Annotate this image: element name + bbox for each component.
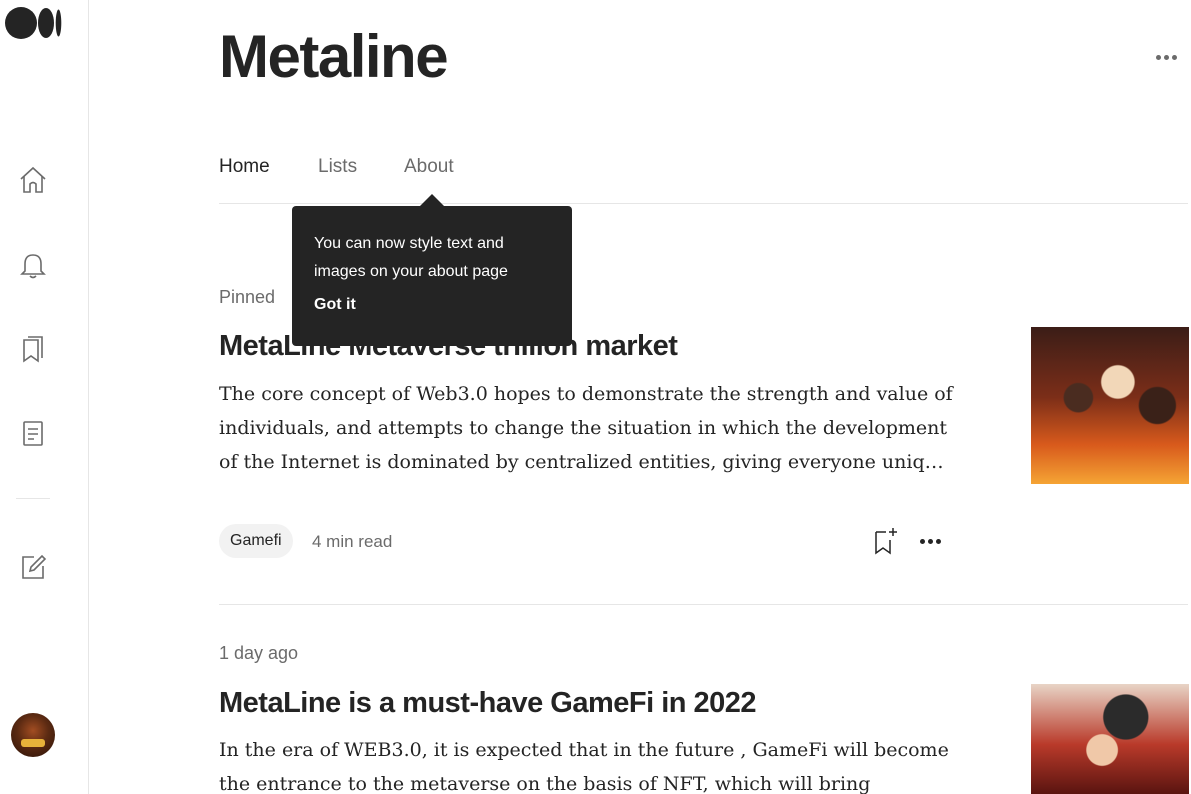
tab-lists[interactable]: Lists: [318, 156, 357, 178]
more-horizontal-icon: [919, 538, 925, 544]
article-title[interactable]: MetaLine is a must-have GameFi in 2022: [219, 687, 757, 720]
write-icon[interactable]: [17, 549, 49, 585]
home-icon[interactable]: [17, 162, 49, 198]
tab-about[interactable]: About: [404, 156, 454, 178]
article-thumbnail[interactable]: [1031, 327, 1189, 484]
tooltip-text: You can now style text and images on you…: [314, 235, 508, 280]
more-horizontal-icon: [1155, 54, 1161, 60]
tab-bar: Home Lists About: [219, 156, 1188, 204]
bookmark-add-icon[interactable]: [872, 526, 900, 556]
page-title: Metaline: [219, 23, 449, 90]
about-page-tooltip: You can now style text and images on you…: [292, 194, 572, 346]
rail-divider: [16, 498, 50, 499]
bookmarks-icon[interactable]: [17, 331, 49, 367]
article-more-button[interactable]: [914, 530, 946, 552]
avatar[interactable]: [11, 713, 55, 757]
article-subtitle[interactable]: In the era of WEB3.0, it is expected tha…: [219, 733, 959, 794]
tag-chip[interactable]: Gamefi: [219, 524, 293, 558]
article-date: 1 day ago: [219, 643, 299, 663]
article-thumbnail[interactable]: [1031, 684, 1189, 794]
got-it-button[interactable]: Got it: [314, 296, 356, 314]
article-divider: [219, 604, 1188, 605]
stories-icon[interactable]: [17, 415, 49, 451]
left-rail: [0, 0, 89, 794]
more-options-button[interactable]: [1150, 45, 1182, 69]
tab-home[interactable]: Home: [219, 156, 270, 178]
medium-logo-icon[interactable]: [4, 6, 64, 40]
read-time: 4 min read: [312, 532, 393, 551]
pinned-label: Pinned: [219, 287, 276, 307]
bell-icon[interactable]: [17, 247, 49, 283]
article-subtitle[interactable]: The core concept of Web3.0 hopes to demo…: [219, 377, 959, 479]
